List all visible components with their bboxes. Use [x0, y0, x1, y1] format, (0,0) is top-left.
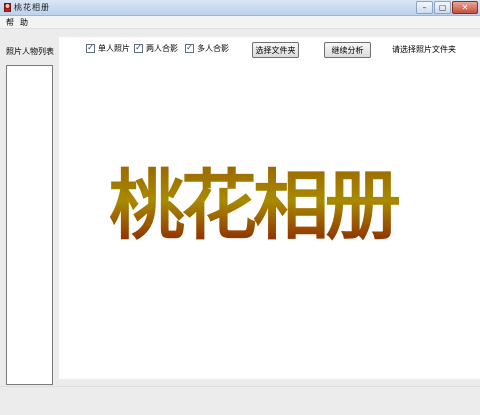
maximize-button[interactable]: ▢ [434, 1, 451, 14]
close-icon: ✕ [461, 2, 469, 12]
menu-item-help-1[interactable]: 帮 [6, 17, 14, 28]
logo-text: 桃花相册 [109, 161, 399, 250]
checkmark-icon: ✓ [186, 43, 193, 52]
minimize-icon: – [422, 2, 427, 12]
window-controls: – ▢ ✕ [416, 1, 478, 15]
person-list-label: 照片人物列表 [6, 47, 54, 56]
menu-item-help-2[interactable]: 助 [20, 17, 28, 28]
maximize-icon: ▢ [438, 2, 447, 12]
person-list[interactable] [6, 65, 53, 385]
two-person-checkbox[interactable]: ✓ [134, 43, 143, 53]
minimize-button[interactable]: – [416, 1, 433, 14]
menu-bar: 帮 助 [0, 16, 480, 29]
window-title: 桃花相册 [14, 3, 50, 12]
app-icon [2, 2, 13, 13]
status-bar [0, 386, 480, 415]
continue-analysis-button[interactable]: 继续分析 [324, 42, 371, 58]
group-photo-option[interactable]: ✓ 多人合影 [185, 43, 229, 53]
single-photo-label: 单人照片 [98, 43, 130, 53]
checkmark-icon: ✓ [87, 43, 94, 52]
select-folder-button[interactable]: 选择文件夹 [252, 42, 299, 58]
checkmark-icon: ✓ [135, 43, 142, 52]
status-message: 请选择照片文件夹 [392, 45, 456, 54]
close-button[interactable]: ✕ [452, 1, 478, 14]
two-person-label: 两人合影 [146, 43, 178, 53]
single-photo-checkbox[interactable]: ✓ [86, 43, 95, 53]
title-bar: 桃花相册 – ▢ ✕ [0, 0, 480, 16]
single-photo-option[interactable]: ✓ 单人照片 [86, 43, 130, 53]
group-photo-label: 多人合影 [197, 43, 229, 53]
group-photo-checkbox[interactable]: ✓ [185, 43, 194, 53]
two-person-option[interactable]: ✓ 两人合影 [134, 43, 178, 53]
app-logo: 桃花相册 [109, 161, 403, 250]
